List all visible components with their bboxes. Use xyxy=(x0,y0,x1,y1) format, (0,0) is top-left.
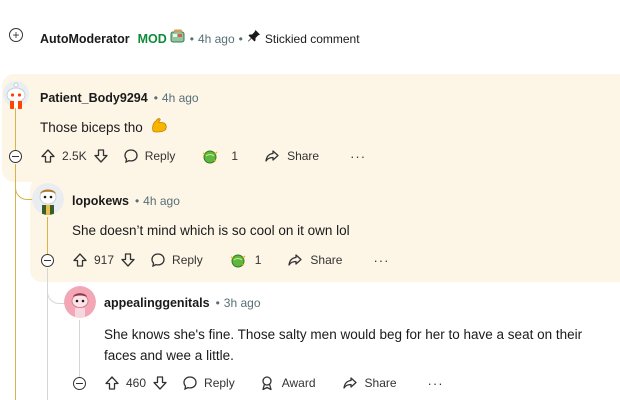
thread-branch-2 xyxy=(15,170,33,200)
downvote-icon[interactable] xyxy=(152,375,168,391)
comment-1-votes: 2.5K xyxy=(62,149,87,163)
cabbage-award-icon xyxy=(201,148,219,164)
comment-2-award-count: 1 xyxy=(254,253,262,267)
share-icon xyxy=(342,375,358,391)
comment-1-award-count: 1 xyxy=(231,149,239,163)
thread-line-2 xyxy=(47,217,48,254)
collapse-icon[interactable] xyxy=(9,150,22,163)
comment-3-username[interactable]: appealinggenitals xyxy=(104,296,210,310)
upvote-icon[interactable] xyxy=(72,252,88,268)
automod-username[interactable]: AutoModerator xyxy=(40,32,130,46)
comment-2-body: She doesn’t mind which is so cool on it … xyxy=(72,223,350,238)
more-options-button[interactable]: ··· xyxy=(350,149,366,164)
comment-2-time: 4h ago xyxy=(143,194,180,208)
reply-button[interactable]: Reply xyxy=(123,148,176,164)
reply-button[interactable]: Reply xyxy=(182,375,235,391)
comment-3-line-2: faces and wee a little. xyxy=(104,348,234,363)
flexed-biceps-emoji xyxy=(150,117,168,139)
award-icon xyxy=(259,375,275,391)
comment-1-body: Those biceps tho xyxy=(40,117,168,139)
comment-1-username[interactable]: Patient_Body9294 xyxy=(40,91,148,105)
thread-line-1 xyxy=(15,108,16,150)
downvote-icon[interactable] xyxy=(93,148,109,164)
comment-3-share-label: Share xyxy=(364,376,397,390)
stickied-label: Stickied comment xyxy=(264,31,360,46)
comment-3-body: She knows she's fine. Those salty men wo… xyxy=(104,324,582,366)
comment-3-line-1: She knows she's fine. Those salty men wo… xyxy=(104,327,583,342)
share-button[interactable]: Share xyxy=(287,252,342,268)
comment-3-time: 3h ago xyxy=(223,296,261,310)
reply-icon xyxy=(182,375,198,391)
reply-icon xyxy=(150,252,166,268)
reply-button[interactable]: Reply xyxy=(150,252,203,268)
comment-3-award-label: Award xyxy=(281,376,316,390)
thread-line-1b xyxy=(15,164,16,400)
comment-2-username[interactable]: lopokews xyxy=(72,194,129,208)
comment-1-reply-label: Reply xyxy=(144,149,176,163)
comment-3-reply-label: Reply xyxy=(204,376,235,390)
comment-2-share-label: Share xyxy=(310,253,343,267)
comment-2-votes: 917 xyxy=(94,253,115,267)
avatar-patient-body[interactable] xyxy=(2,80,30,110)
share-icon xyxy=(287,252,303,268)
award-button[interactable]: Award xyxy=(259,375,316,391)
collapse-icon[interactable] xyxy=(41,254,54,267)
upvote-icon[interactable] xyxy=(104,375,120,391)
thread-line-3 xyxy=(79,320,80,377)
award-button[interactable]: 1 xyxy=(229,252,262,268)
thread-branch-3 xyxy=(47,276,65,304)
share-icon xyxy=(264,148,280,164)
cabbage-award-icon xyxy=(229,252,247,268)
comment-1-time: 4h ago xyxy=(161,91,199,105)
comment-3-votes: 460 xyxy=(126,376,147,390)
comment-2-reply-label: Reply xyxy=(172,253,203,267)
avatar-lopokews[interactable] xyxy=(32,183,64,215)
mod-label: MOD xyxy=(137,31,167,46)
upvote-icon[interactable] xyxy=(40,148,56,164)
award-button[interactable]: 1 xyxy=(201,148,238,164)
collapse-icon[interactable] xyxy=(73,377,86,390)
more-options-button[interactable]: ··· xyxy=(428,376,444,391)
comment-1-share-label: Share xyxy=(287,149,320,163)
pin-icon xyxy=(247,29,261,48)
avatar-appealinggenitals[interactable] xyxy=(64,286,96,318)
more-options-button[interactable]: ··· xyxy=(373,253,389,268)
expand-comment-icon[interactable]: + xyxy=(9,28,23,42)
share-button[interactable]: Share xyxy=(342,375,397,391)
bot-badge-icon xyxy=(170,29,186,48)
automod-time: 4h ago xyxy=(197,31,235,46)
comment-1-text: Those biceps tho xyxy=(40,120,143,135)
share-button[interactable]: Share xyxy=(264,148,319,164)
downvote-icon[interactable] xyxy=(120,252,136,268)
reply-icon xyxy=(123,148,139,164)
